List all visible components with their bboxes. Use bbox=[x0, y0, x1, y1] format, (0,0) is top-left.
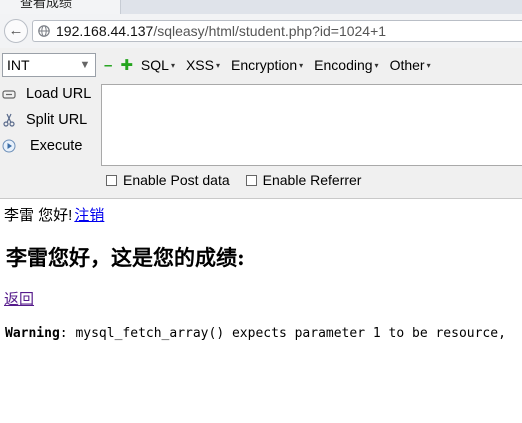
enable-referrer-checkbox[interactable] bbox=[245, 174, 257, 186]
greeting-line: 李雷 您好! 注销 bbox=[4, 204, 104, 225]
caret-down-icon: ▾ bbox=[299, 60, 304, 70]
menu-label: XSS bbox=[185, 57, 214, 73]
url-text: 192.168.44.137/sqleasy/html/student.php?… bbox=[56, 23, 386, 39]
menu-label: Encoding bbox=[314, 57, 373, 73]
menu-xss[interactable]: XSS ▾ bbox=[186, 57, 220, 73]
type-select-value: INT bbox=[7, 57, 30, 73]
enable-post-checkbox[interactable] bbox=[106, 174, 117, 186]
url-host: 192.168.44.137 bbox=[56, 23, 154, 39]
type-select[interactable]: INT ▼ bbox=[2, 53, 96, 77]
execute-button[interactable]: Execute bbox=[0, 136, 100, 158]
logout-link[interactable]: 注销 bbox=[74, 207, 104, 224]
enable-post-label: Enable Post data bbox=[123, 172, 230, 188]
chevron-down-icon: ▼ bbox=[79, 59, 91, 71]
tab-title: 查看成绩 bbox=[20, 0, 73, 10]
execute-label: Execute bbox=[30, 138, 83, 154]
globe-icon bbox=[38, 25, 50, 37]
split-url-button[interactable]: Split URL bbox=[0, 110, 100, 132]
warning-text: : mysql_fetch_array() expects parameter … bbox=[59, 326, 506, 341]
menu-label: SQL bbox=[140, 57, 169, 73]
split-url-label: Split URL bbox=[26, 112, 88, 128]
play-icon bbox=[2, 139, 16, 153]
load-url-icon bbox=[2, 90, 16, 99]
caret-down-icon: ▾ bbox=[426, 60, 431, 70]
load-url-button[interactable]: Load URL bbox=[0, 84, 100, 106]
navigation-bar: ← 192.168.44.137/sqleasy/html/student.ph… bbox=[0, 14, 522, 49]
back-button[interactable]: ← bbox=[4, 19, 28, 43]
menu-encryption[interactable]: Encryption ▾ bbox=[231, 57, 303, 73]
load-url-label: Load URL bbox=[26, 86, 92, 102]
menu-sql[interactable]: SQL ▾ bbox=[141, 57, 175, 73]
warning-label: Warning bbox=[5, 326, 60, 341]
tab-active[interactable]: 查看成绩 bbox=[0, 0, 121, 14]
enable-referrer-label: Enable Referrer bbox=[262, 172, 362, 188]
hackbar-url-textarea[interactable] bbox=[101, 84, 522, 166]
plus-icon[interactable]: ✚ bbox=[120, 56, 133, 74]
hackbar-options: Enable Post data Enable Referrer bbox=[106, 172, 377, 188]
hackbar-panel: INT ▼ – ✚ SQL ▾ XSS ▾ Encryption ▾ Encoding… bbox=[0, 48, 522, 199]
page-heading: 李雷您好，这是您的成绩: bbox=[6, 245, 245, 270]
php-warning: Warning: mysql_fetch_array() expects par… bbox=[5, 326, 506, 341]
hackbar-menu: – ✚ SQL ▾ XSS ▾ Encryption ▾ Encoding ▾ Othe… bbox=[104, 53, 442, 77]
menu-encoding[interactable]: Encoding ▾ bbox=[314, 57, 378, 73]
menu-other[interactable]: Other ▾ bbox=[390, 57, 431, 73]
minus-icon[interactable]: – bbox=[104, 57, 112, 74]
scissors-icon bbox=[3, 113, 15, 127]
caret-down-icon: ▾ bbox=[215, 60, 220, 70]
caret-down-icon: ▾ bbox=[170, 60, 175, 70]
back-arrow-icon: ← bbox=[8, 22, 24, 39]
greeting-text: 李雷 您好! bbox=[4, 207, 73, 224]
menu-label: Other bbox=[389, 57, 425, 73]
back-link[interactable]: 返回 bbox=[4, 288, 34, 309]
url-field[interactable]: 192.168.44.137/sqleasy/html/student.php?… bbox=[32, 20, 522, 42]
menu-label: Encryption bbox=[230, 57, 298, 73]
tab-strip: 查看成绩 bbox=[0, 0, 522, 14]
url-path: /sqleasy/html/student.php?id=1024+1 bbox=[153, 23, 387, 39]
caret-down-icon: ▾ bbox=[374, 60, 379, 70]
